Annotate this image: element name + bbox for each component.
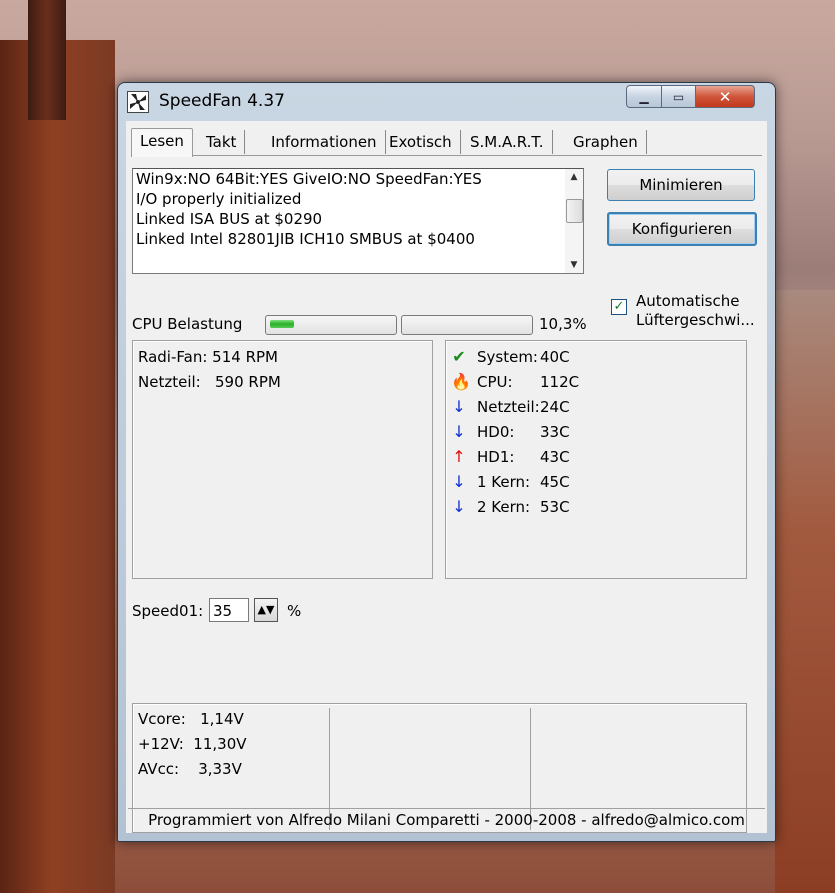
temp-value: 40C — [540, 348, 570, 366]
temp-name: HD0: — [477, 423, 515, 441]
fan-speed-panel: Radi-Fan: 514 RPM Netzteil: 590 RPM — [132, 340, 433, 579]
temp-value: 33C — [540, 423, 570, 441]
close-icon: ✕ — [718, 87, 732, 106]
check-icon: ✔ — [452, 347, 466, 366]
status-bar: Programmiert von Alfredo Milani Comparet… — [128, 808, 765, 831]
fan-row: Netzteil: 590 RPM — [138, 373, 281, 391]
log-line: Win9x:NO 64Bit:YES GiveIO:NO SpeedFan:YE… — [136, 170, 482, 188]
arrow-down-icon: ↓ — [452, 472, 466, 491]
minimize-icon: ▁ — [639, 89, 649, 104]
temp-name: HD1: — [477, 448, 515, 466]
maximize-window-button[interactable]: ▭ — [661, 85, 696, 108]
close-window-button[interactable]: ✕ — [695, 85, 755, 108]
voltage-value: 11,30V — [193, 735, 247, 753]
minimize-window-button[interactable]: ▁ — [626, 85, 662, 108]
spin-arrows-icon[interactable]: ▲▼ — [254, 598, 278, 622]
arrow-up-icon: ↑ — [452, 447, 466, 466]
auto-fan-label-line1: Automatische — [636, 292, 740, 310]
arrow-down-icon: ↓ — [452, 397, 466, 416]
cpu-core1-load-bar — [265, 315, 397, 335]
temp-name: System: — [477, 348, 538, 366]
log-line: Linked Intel 82801JIB ICH10 SMBUS at $04… — [136, 230, 475, 248]
voltage-name: +12V: — [138, 735, 184, 753]
temp-value: 43C — [540, 448, 570, 466]
auto-fan-label: Automatische Lüftergeschwi... — [636, 292, 755, 330]
temp-value: 112C — [540, 373, 580, 391]
voltage-name: AVcc: — [138, 760, 180, 778]
log-box[interactable]: Win9x:NO 64Bit:YES GiveIO:NO SpeedFan:YE… — [132, 168, 584, 274]
cpu-core1-load-fill — [270, 320, 294, 328]
voltage-name: Vcore: — [138, 710, 186, 728]
auto-fan-checkbox[interactable]: ✓ — [611, 299, 627, 315]
log-scrollbar[interactable]: ▲ ▼ — [565, 169, 583, 273]
scroll-down-icon[interactable]: ▼ — [565, 257, 583, 273]
tab-graphen[interactable]: Graphen — [565, 130, 647, 154]
tab-lesen[interactable]: Lesen — [131, 128, 193, 157]
temp-row: ↑ HD1: 43C — [451, 447, 741, 467]
voltage-value: 1,14V — [200, 710, 244, 728]
voltage-row: Vcore: 1,14V — [138, 710, 244, 728]
temp-row: ↓ 2 Kern: 53C — [451, 497, 741, 517]
log-line: I/O properly initialized — [136, 190, 302, 208]
temperature-panel: ✔ System: 40C 🔥 CPU: 112C ↓ Netzteil: 24… — [445, 340, 747, 579]
cpu-core2-load-bar — [401, 315, 533, 335]
flame-icon: 🔥 — [451, 372, 471, 391]
temp-name: Netzteil: — [477, 398, 540, 416]
desert-mesa-right — [775, 290, 835, 893]
fan-value: 590 RPM — [215, 373, 281, 391]
fan-value: 514 RPM — [212, 348, 278, 366]
title-bar[interactable]: SpeedFan 4.37 ▁ ▭ ✕ — [118, 83, 775, 117]
maximize-icon: ▭ — [672, 89, 685, 104]
temp-row: ✔ System: 40C — [451, 347, 741, 367]
speed-unit: % — [287, 602, 302, 620]
configure-button[interactable]: Konfigurieren — [607, 212, 757, 246]
voltage-row: +12V: 11,30V — [138, 735, 247, 753]
temp-value: 53C — [540, 498, 570, 516]
voltage-value: 3,33V — [198, 760, 242, 778]
tab-smart[interactable]: S.M.A.R.T. — [462, 130, 553, 154]
tab-exotisch[interactable]: Exotisch — [381, 130, 461, 154]
temp-value: 45C — [540, 473, 570, 491]
temp-value: 24C — [540, 398, 570, 416]
temp-name: 1 Kern: — [477, 473, 531, 491]
tab-informationen[interactable]: Informationen — [263, 130, 386, 154]
scroll-thumb[interactable] — [566, 199, 583, 223]
temp-row: 🔥 CPU: 112C — [451, 372, 741, 392]
temp-name: 2 Kern: — [477, 498, 531, 516]
fan-name: Netzteil: — [138, 373, 201, 391]
cpu-load-label: CPU Belastung — [132, 315, 243, 333]
log-line: Linked ISA BUS at $0290 — [136, 210, 323, 228]
client-area: Lesen Takt Informationen Exotisch S.M.A.… — [126, 121, 767, 833]
temp-row: ↓ 1 Kern: 45C — [451, 472, 741, 492]
fan-icon — [127, 91, 149, 113]
temp-row: ↓ Netzteil: 24C — [451, 397, 741, 417]
scroll-up-icon[interactable]: ▲ — [565, 169, 583, 185]
temp-name: CPU: — [477, 373, 513, 391]
window-title: SpeedFan 4.37 — [159, 91, 285, 111]
speedfan-window: SpeedFan 4.37 ▁ ▭ ✕ Lesen Takt Informati… — [117, 82, 776, 842]
speed-input[interactable]: 35 — [209, 598, 249, 622]
checkmark-icon: ✓ — [613, 299, 625, 314]
cpu-load-value: 10,3% — [539, 315, 587, 333]
voltage-row: AVcc: 3,33V — [138, 760, 242, 778]
temp-row: ↓ HD0: 33C — [451, 422, 741, 442]
speed-label: Speed01: — [132, 602, 204, 620]
desert-rock-spire — [28, 0, 66, 120]
fan-row: Radi-Fan: 514 RPM — [138, 348, 278, 366]
auto-fan-label-line2: Lüftergeschwi... — [636, 311, 755, 329]
desert-rock-left — [0, 40, 115, 893]
tab-takt[interactable]: Takt — [198, 130, 246, 154]
arrow-down-icon: ↓ — [452, 422, 466, 441]
arrow-down-icon: ↓ — [452, 497, 466, 516]
minimize-button[interactable]: Minimieren — [607, 169, 755, 201]
fan-name: Radi-Fan: — [138, 348, 208, 366]
